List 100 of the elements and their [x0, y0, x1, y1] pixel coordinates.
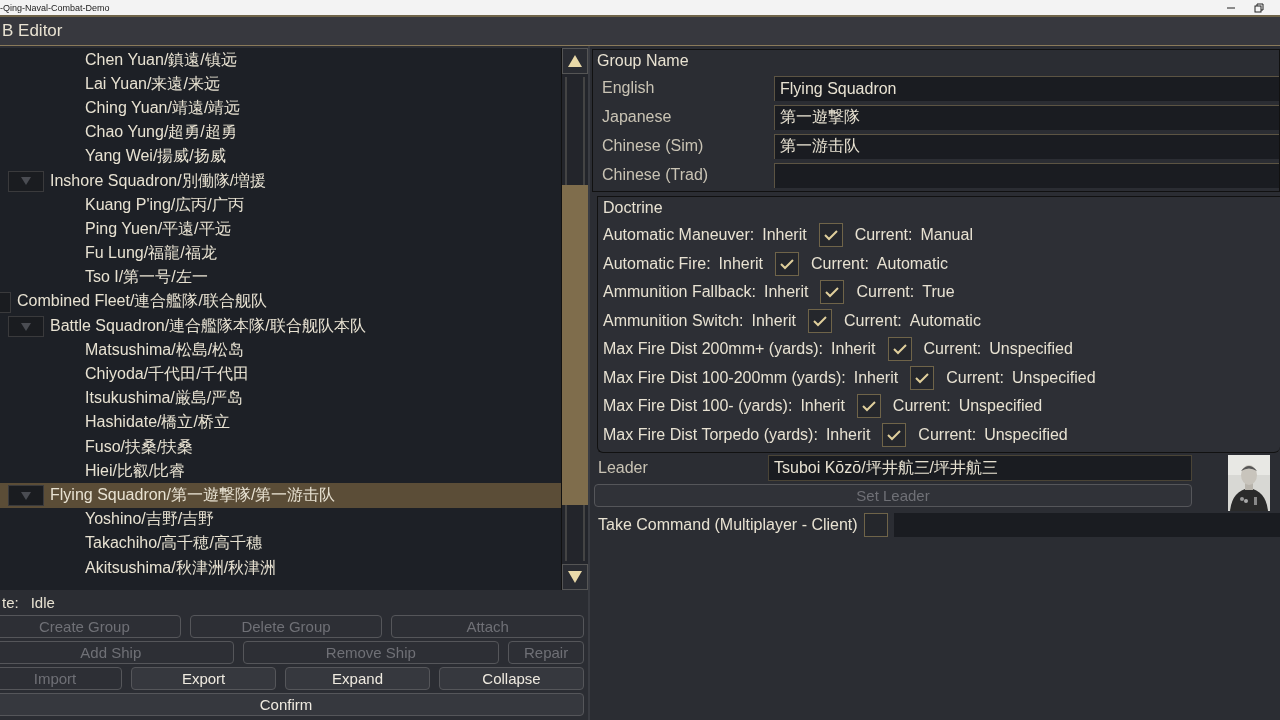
- inherit-label: Inherit: [800, 397, 845, 416]
- tree-row[interactable]: Flying Squadron/第一遊撃隊/第一游击队: [0, 483, 561, 508]
- leader-label: Leader: [597, 459, 649, 477]
- action-button[interactable]: Expand: [285, 667, 431, 690]
- current-label: Current:: [843, 311, 902, 330]
- tree-label: Akitsushima/秋津洲/秋津洲: [85, 557, 277, 578]
- tree-label: Hashidate/橋立/桥立: [85, 412, 230, 433]
- tree-row[interactable]: Yoshino/吉野/吉野: [0, 507, 561, 532]
- tree-label: Flying Squadron/第一遊撃隊/第一游击队: [50, 484, 336, 505]
- check-icon: [861, 400, 876, 413]
- inherit-label: Inherit: [853, 368, 899, 387]
- down-arrow-icon: [568, 571, 582, 583]
- tree-row[interactable]: Chao Yung/超勇/超勇: [0, 120, 561, 145]
- check-icon: [823, 229, 838, 242]
- tree-label: Chao Yung/超勇/超勇: [85, 122, 237, 143]
- doctrine-label: Max Fire Dist 100-200mm (yards):: [603, 368, 846, 387]
- scroll-up-button[interactable]: [562, 48, 588, 74]
- tree-label: Yang Wei/揚威/扬威: [85, 146, 226, 167]
- tree-label: Battle Squadron/連合艦隊本隊/联合舰队本队: [50, 315, 366, 336]
- scroll-thumb[interactable]: [562, 185, 588, 505]
- checkbox[interactable]: [820, 280, 845, 305]
- section-title: Doctrine: [603, 199, 664, 218]
- tree-row[interactable]: Akitsushima/秋津洲/秋津洲: [0, 555, 561, 581]
- checkbox[interactable]: [775, 251, 800, 276]
- tree-label: Tso I/第一号/左一: [85, 267, 208, 288]
- tree-label: Fuso/扶桑/扶桑: [85, 436, 194, 457]
- check-icon: [780, 257, 795, 270]
- tree-row[interactable]: Combined Fleet/連合艦隊/联合舰队: [0, 289, 561, 315]
- checkbox[interactable]: [863, 513, 888, 537]
- inherit-label: Inherit: [825, 425, 871, 444]
- up-arrow-icon: [568, 55, 582, 67]
- current-value: Manual: [920, 226, 973, 245]
- tree-row[interactable]: Ching Yuan/靖遠/靖远: [0, 96, 561, 121]
- tree-label: Yoshino/吉野/吉野: [85, 509, 215, 530]
- checkbox[interactable]: [910, 365, 935, 390]
- section-title: Group Name: [597, 52, 690, 71]
- tree-row[interactable]: Takachiho/高千穂/高千穗: [0, 531, 561, 556]
- tree-label: Itsukushima/厳島/严岛: [85, 388, 244, 409]
- tree-row[interactable]: Chen Yuan/鎮遠/镇远: [0, 48, 561, 73]
- tree-label: Kuang P'ing/広丙/广丙: [85, 194, 244, 215]
- tree-label: Ping Yuen/平遠/平远: [85, 218, 231, 239]
- text-field[interactable]: Flying Squadron: [774, 75, 1279, 101]
- text-field[interactable]: 第一游击队: [774, 133, 1279, 159]
- leader-field[interactable]: Tsuboi Kōzō/坪井航三/坪井航三: [768, 455, 1192, 481]
- tree-row[interactable]: Kuang P'ing/広丙/广丙: [0, 193, 561, 218]
- current-label: Current:: [918, 425, 977, 444]
- tree-row[interactable]: Matsushima/松島/松岛: [0, 338, 561, 363]
- status-label: te:: [2, 593, 19, 611]
- toggle-button[interactable]: [8, 316, 44, 338]
- editor-title: B Editor: [2, 21, 63, 41]
- tree-label: Takachiho/高千穂/高千穗: [85, 533, 262, 554]
- text-field[interactable]: [774, 162, 1279, 188]
- action-button[interactable]: Collapse: [439, 667, 584, 690]
- checkbox[interactable]: [856, 394, 881, 419]
- check-icon: [812, 314, 827, 327]
- tree-row[interactable]: Tso I/第一号/左一: [0, 265, 561, 290]
- scroll-down-button[interactable]: [562, 564, 588, 590]
- tree-row[interactable]: Lai Yuan/来遠/来远: [0, 72, 561, 97]
- inherit-label: Inherit: [751, 311, 796, 330]
- inherit-label: Inherit: [831, 340, 876, 359]
- current-label: Current:: [811, 254, 869, 273]
- tree-label: Chiyoda/千代田/千代田: [85, 364, 249, 385]
- field-label: English: [601, 79, 656, 97]
- status-value: Idle: [30, 593, 55, 611]
- doctrine-label: Ammunition Switch:: [603, 311, 744, 330]
- tree-label: Chen Yuan/鎮遠/镇远: [85, 49, 237, 70]
- action-button[interactable]: Export: [131, 667, 277, 690]
- current-value: Automatic: [876, 254, 948, 273]
- tree-label: Fu Lung/福龍/福龙: [85, 243, 217, 264]
- current-value: Unspecified: [989, 340, 1073, 359]
- checkbox[interactable]: [887, 337, 912, 362]
- take-command-label: Take Command (Multiplayer - Client): [598, 516, 858, 534]
- current-value: Unspecified: [984, 425, 1068, 444]
- doctrine-label: Automatic Fire:: [603, 254, 711, 273]
- tree-row[interactable]: Fuso/扶桑/扶桑: [0, 435, 561, 460]
- tree-label: Ching Yuan/靖遠/靖远: [85, 97, 241, 118]
- text-field[interactable]: 第一遊撃隊: [774, 104, 1279, 130]
- tree-row[interactable]: Battle Squadron/連合艦隊本隊/联合舰队本队: [0, 314, 561, 339]
- restore-icon[interactable]: [1254, 2, 1264, 13]
- tree-row[interactable]: Ping Yuen/平遠/平远: [0, 217, 561, 242]
- check-icon: [887, 428, 902, 441]
- doctrine-label: Automatic Maneuver:: [603, 226, 755, 245]
- tree-row[interactable]: Hashidate/橋立/桥立: [0, 410, 561, 435]
- tree-row[interactable]: Inshore Squadron/別働隊/増援: [0, 168, 561, 194]
- toggle-button[interactable]: [8, 170, 44, 192]
- checkbox[interactable]: [882, 422, 907, 447]
- tree-row[interactable]: Hiei/比叡/比睿: [0, 459, 561, 484]
- tree-label: Combined Fleet/連合艦隊/联合舰队: [17, 291, 267, 312]
- current-value: Automatic: [909, 311, 981, 330]
- tree-row[interactable]: Chiyoda/千代田/千代田: [0, 362, 561, 387]
- tree-row[interactable]: Fu Lung/福龍/福龙: [0, 241, 561, 266]
- field-label: Chinese (Sim): [601, 137, 705, 155]
- tree-row[interactable]: Yang Wei/揚威/扬威: [0, 144, 561, 169]
- current-label: Current:: [946, 368, 1004, 387]
- checkbox[interactable]: [818, 223, 843, 248]
- checkbox[interactable]: [807, 308, 832, 333]
- toggle-button[interactable]: [8, 485, 44, 507]
- tree-row[interactable]: Itsukushima/厳島/严岛: [0, 386, 561, 411]
- action-button[interactable]: Confirm: [0, 693, 584, 716]
- scrollbar[interactable]: [562, 48, 588, 590]
